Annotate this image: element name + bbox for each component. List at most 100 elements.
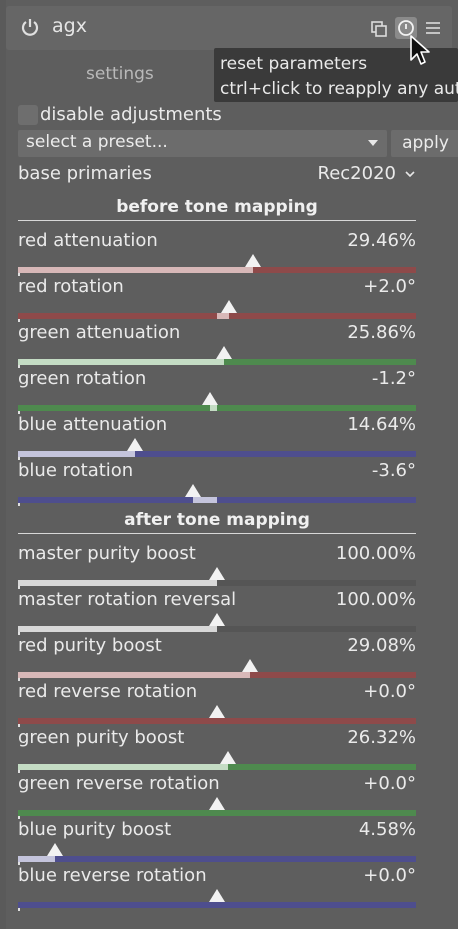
slider-fill bbox=[18, 856, 55, 862]
slider-handle[interactable] bbox=[209, 889, 225, 902]
slider-track[interactable] bbox=[18, 856, 416, 862]
slider-label: green rotation bbox=[18, 368, 147, 389]
slider-label-row: blue rotation -3.6° bbox=[18, 460, 416, 484]
slider-fill bbox=[210, 405, 217, 411]
slider-fill bbox=[193, 497, 217, 503]
slider[interactable] bbox=[18, 613, 416, 635]
slider-value[interactable]: 25.86% bbox=[347, 322, 416, 343]
slider-track[interactable] bbox=[18, 405, 416, 411]
slider-label-row: red rotation +2.0° bbox=[18, 276, 416, 300]
slider[interactable] bbox=[18, 300, 416, 322]
slider[interactable] bbox=[18, 484, 416, 506]
slider-handle[interactable] bbox=[216, 346, 232, 359]
slider[interactable] bbox=[18, 346, 416, 368]
tooltip-line-2: ctrl+click to reapply any aut bbox=[220, 79, 458, 99]
slider[interactable] bbox=[18, 705, 416, 727]
slider[interactable] bbox=[18, 797, 416, 819]
chevron-down-icon bbox=[405, 171, 415, 178]
panel-edge bbox=[0, 0, 6, 929]
slider[interactable] bbox=[18, 567, 416, 589]
slider[interactable] bbox=[18, 392, 416, 414]
slider-value[interactable]: +0.0° bbox=[363, 681, 416, 702]
slider-label-row: blue reverse rotation +0.0° bbox=[18, 865, 416, 889]
slider[interactable] bbox=[18, 659, 416, 681]
slider-label: master rotation reversal bbox=[18, 589, 237, 610]
preset-select-value: select a preset... bbox=[26, 132, 168, 152]
slider-tick bbox=[18, 908, 20, 911]
base-primaries-label: base primaries bbox=[18, 163, 152, 184]
slider-value[interactable]: +0.0° bbox=[363, 773, 416, 794]
slider-handle[interactable] bbox=[220, 751, 236, 764]
slider-handle[interactable] bbox=[221, 300, 237, 313]
slider-label: red reverse rotation bbox=[18, 681, 198, 702]
slider-label: blue purity boost bbox=[18, 819, 172, 840]
slider-label: blue reverse rotation bbox=[18, 865, 207, 886]
slider-handle[interactable] bbox=[127, 438, 143, 451]
slider[interactable] bbox=[18, 254, 416, 276]
mouse-pointer-icon bbox=[410, 35, 430, 65]
module-header[interactable]: agx bbox=[6, 6, 452, 50]
base-primaries-row[interactable]: base primaries Rec2020 bbox=[18, 163, 416, 187]
slider-value[interactable]: 100.00% bbox=[336, 589, 416, 610]
slider-value[interactable]: 29.46% bbox=[347, 230, 416, 251]
slider-handle[interactable] bbox=[209, 613, 225, 626]
multi-instance-icon[interactable] bbox=[368, 17, 390, 39]
slider-fill bbox=[18, 451, 135, 457]
slider[interactable] bbox=[18, 751, 416, 773]
slider-track[interactable] bbox=[18, 902, 416, 908]
slider-tick bbox=[18, 503, 20, 506]
base-primaries-value: Rec2020 bbox=[317, 163, 396, 184]
slider-handle[interactable] bbox=[209, 705, 225, 718]
slider-fill bbox=[18, 267, 253, 273]
slider-label-row: red attenuation 29.46% bbox=[18, 230, 416, 254]
slider-fill bbox=[18, 359, 224, 365]
slider-handle[interactable] bbox=[185, 484, 201, 497]
slider-handle[interactable] bbox=[209, 797, 225, 810]
module-panel: agx settings disable adjustments select … bbox=[0, 0, 458, 929]
slider-handle[interactable] bbox=[242, 659, 258, 672]
apply-preset-button[interactable]: apply bbox=[391, 130, 458, 157]
slider-fill bbox=[18, 626, 217, 632]
slider-label: blue rotation bbox=[18, 460, 134, 481]
slider-value[interactable]: 26.32% bbox=[347, 727, 416, 748]
slider-value[interactable]: 29.08% bbox=[347, 635, 416, 656]
base-primaries-select[interactable]: Rec2020 bbox=[318, 163, 416, 184]
slider-label-row: master purity boost 100.00% bbox=[18, 543, 416, 567]
section-title-after: after tone mapping bbox=[124, 510, 310, 530]
disable-adjustments-row[interactable]: disable adjustments bbox=[18, 104, 416, 127]
slider-value[interactable]: 14.64% bbox=[347, 414, 416, 435]
slider-value[interactable]: +0.0° bbox=[363, 865, 416, 886]
slider-label-row: green rotation -1.2° bbox=[18, 368, 416, 392]
slider-label: master purity boost bbox=[18, 543, 196, 564]
preset-select[interactable]: select a preset... bbox=[18, 130, 387, 157]
slider-track[interactable] bbox=[18, 810, 416, 816]
slider-track[interactable] bbox=[18, 718, 416, 724]
slider-handle[interactable] bbox=[245, 254, 261, 267]
module-name: agx bbox=[52, 15, 87, 37]
slider[interactable] bbox=[18, 843, 416, 865]
slider-track[interactable] bbox=[18, 497, 416, 503]
slider-fill bbox=[18, 580, 217, 586]
slider-label-row: green purity boost 26.32% bbox=[18, 727, 416, 751]
slider-handle[interactable] bbox=[202, 392, 218, 405]
slider-value[interactable]: 4.58% bbox=[359, 819, 416, 840]
slider-value[interactable]: 100.00% bbox=[336, 543, 416, 564]
slider-label: red purity boost bbox=[18, 635, 162, 656]
power-icon[interactable] bbox=[20, 17, 40, 37]
slider-label-row: red reverse rotation +0.0° bbox=[18, 681, 416, 705]
slider-handle[interactable] bbox=[47, 843, 63, 856]
section-divider bbox=[18, 220, 416, 221]
slider-value[interactable]: -1.2° bbox=[372, 368, 416, 389]
slider-fill bbox=[217, 313, 229, 319]
slider-value[interactable]: -3.6° bbox=[372, 460, 416, 481]
slider-label-row: green reverse rotation +0.0° bbox=[18, 773, 416, 797]
disable-adjustments-checkbox[interactable] bbox=[18, 105, 38, 125]
slider[interactable] bbox=[18, 889, 416, 911]
tab-settings[interactable]: settings bbox=[86, 64, 154, 84]
slider-handle[interactable] bbox=[209, 567, 225, 580]
dropdown-arrow-icon bbox=[368, 140, 378, 146]
slider-label: green attenuation bbox=[18, 322, 181, 343]
slider-label-row: green attenuation 25.86% bbox=[18, 322, 416, 346]
slider-value[interactable]: +2.0° bbox=[363, 276, 416, 297]
slider[interactable] bbox=[18, 438, 416, 460]
